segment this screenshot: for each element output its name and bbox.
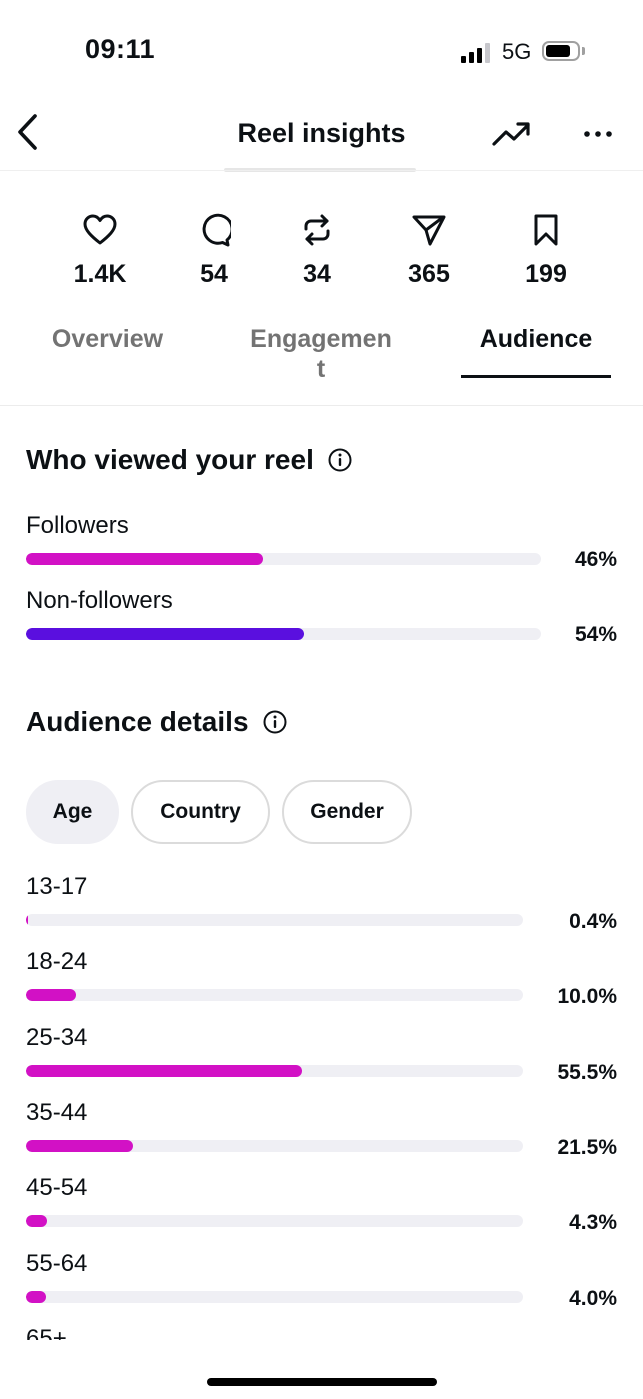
percentage-value: 55.5% — [557, 1060, 617, 1084]
stat-comments: 54 — [164, 210, 264, 289]
bar-fill — [26, 989, 76, 1002]
bar-track — [26, 1290, 523, 1303]
bar-track — [26, 914, 523, 926]
network-label: 5G — [502, 39, 532, 64]
stat-value: 34 — [303, 260, 331, 288]
active-tab-indicator — [461, 375, 611, 378]
stat-saves: 199 — [496, 210, 596, 289]
row-label: 45-54 — [26, 1174, 88, 1202]
section-title: Audience details — [26, 706, 249, 737]
comment-icon — [202, 213, 231, 247]
percentage-value: 54% — [574, 623, 617, 646]
engagement-stats: 1.4K 54 34 365 199 — [0, 210, 643, 300]
bar-track — [26, 553, 541, 565]
percentage-value: 4.3% — [569, 1211, 617, 1235]
stat-reposts: 34 — [267, 210, 367, 289]
row-label: 18-24 — [26, 948, 88, 976]
home-indicator — [207, 1378, 437, 1386]
tab-engagement[interactable]: Engagemen t — [240, 324, 402, 384]
chip-gender[interactable]: Gender — [282, 780, 412, 844]
bar-fill — [26, 553, 263, 565]
signal-icon — [461, 43, 491, 63]
bar-track — [26, 1215, 523, 1228]
nav-bar: Reel insights — [0, 100, 643, 170]
reel-insights-screen: 09:11 5G Reel insights 1.4K 54 34 365 19… — [0, 0, 643, 1399]
bookmark-icon — [534, 214, 558, 246]
percentage-value: 21.5% — [557, 1135, 617, 1159]
bar-track — [26, 1139, 523, 1152]
bar-fill — [26, 1139, 133, 1152]
info-icon[interactable] — [263, 710, 287, 734]
tab-label: Engagemen — [250, 325, 392, 353]
info-icon[interactable] — [328, 448, 352, 472]
page-title: Reel insights — [237, 118, 406, 148]
stat-shares: 365 — [379, 210, 479, 289]
stat-likes: 1.4K — [50, 210, 150, 289]
bar-fill — [26, 1290, 46, 1303]
row-label: 13-17 — [26, 873, 88, 900]
status-time: 09:11 — [85, 34, 156, 64]
row-label: 55-64 — [26, 1249, 88, 1277]
tab-audience[interactable]: Audience — [461, 324, 611, 354]
row-label: 35-44 — [26, 1098, 88, 1126]
bar-track — [26, 628, 541, 640]
divider — [0, 170, 643, 171]
tab-overview[interactable]: Overview — [40, 324, 175, 354]
bar-fill — [26, 1064, 302, 1077]
percentage-value: 4.0% — [569, 1286, 617, 1310]
audience-details-heading: Audience details — [26, 706, 287, 738]
percentage-value: 46% — [574, 548, 617, 571]
stat-value: 54 — [200, 260, 228, 288]
trending-up-icon — [492, 122, 530, 146]
bar-fill — [26, 628, 305, 640]
bar-fill — [26, 1215, 48, 1228]
who-viewed-heading: Who viewed your reel — [26, 444, 352, 476]
chip-country[interactable]: Country — [131, 780, 270, 844]
status-bar: 09:11 5G — [0, 0, 643, 100]
heart-icon — [83, 214, 117, 245]
share-icon — [412, 215, 446, 246]
row-label: Non-followers — [26, 587, 173, 614]
divider — [0, 405, 643, 406]
bar-fill — [26, 914, 28, 926]
section-title: Who viewed your reel — [26, 444, 314, 475]
stat-value: 365 — [408, 260, 450, 288]
more-horizontal-icon — [584, 131, 612, 137]
row-label: Followers — [26, 512, 129, 539]
row-label: 25-34 — [26, 1023, 88, 1051]
bar-track — [26, 1064, 523, 1077]
stat-value: 199 — [525, 260, 567, 288]
trends-button[interactable] — [490, 116, 534, 152]
bar-track — [26, 989, 523, 1002]
percentage-value: 0.4% — [569, 910, 617, 933]
more-options-button[interactable] — [578, 116, 618, 152]
percentage-value: 10.0% — [557, 985, 617, 1009]
stat-value: 1.4K — [73, 260, 127, 288]
chip-age[interactable]: Age — [26, 780, 119, 844]
tab-label-wrap: t — [316, 355, 326, 383]
insights-tabs: Overview Engagemen t Audience — [0, 320, 643, 406]
repost-icon — [304, 214, 330, 246]
battery-icon — [542, 41, 580, 61]
